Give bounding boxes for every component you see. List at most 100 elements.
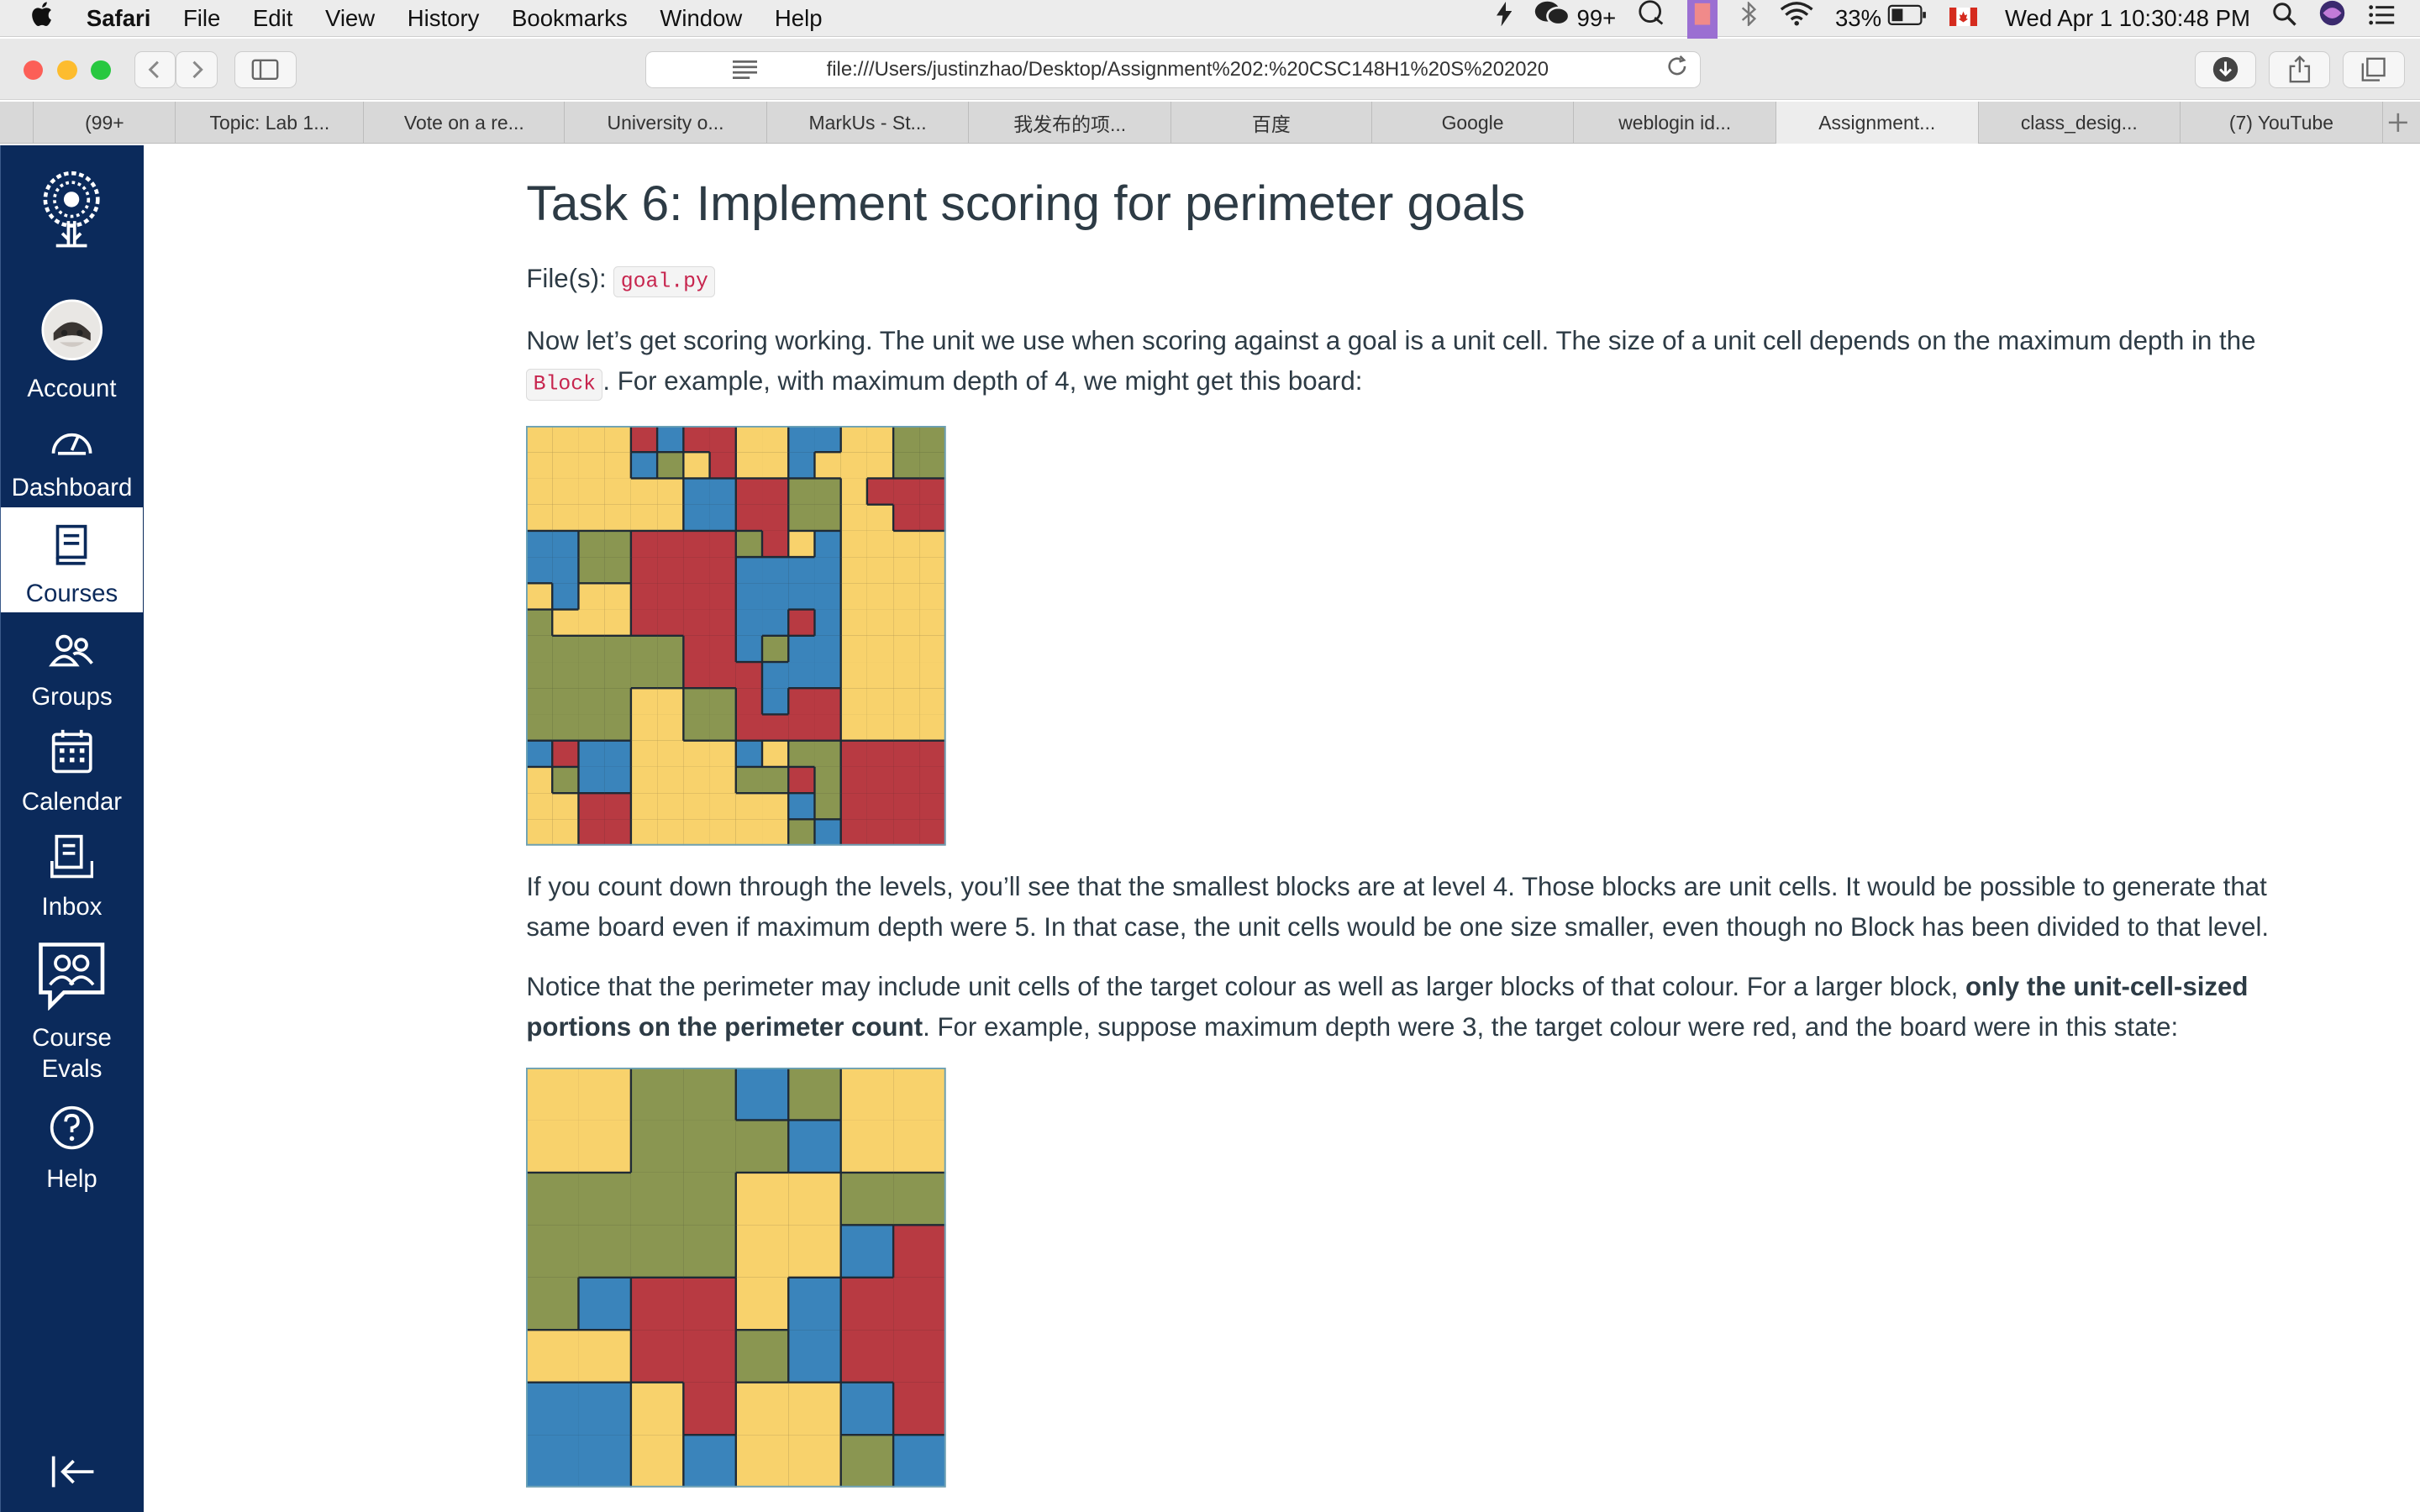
clock-datetime[interactable]: Wed Apr 1 10:30:48 PM — [2005, 0, 2250, 37]
tab-3[interactable]: Vote on a re... — [364, 102, 566, 144]
menu-bookmarks[interactable]: Bookmarks — [512, 0, 628, 37]
bluetooth-icon[interactable] — [1739, 0, 1758, 37]
board-cell — [736, 1277, 789, 1331]
nav-dashboard[interactable]: Dashboard — [1, 423, 143, 503]
board-cell — [919, 687, 946, 715]
board-cell — [736, 556, 763, 584]
board-cell — [631, 792, 658, 820]
board-cell — [709, 635, 737, 662]
university-logo[interactable] — [1, 145, 143, 278]
menu-edit[interactable]: Edit — [253, 0, 292, 37]
menu-view[interactable]: View — [325, 0, 375, 37]
tab-1[interactable]: (99+ — [34, 102, 176, 144]
minimize-window-button[interactable] — [56, 60, 77, 81]
tab-6[interactable]: 我发布的项... — [969, 102, 1171, 144]
close-window-button[interactable] — [23, 60, 44, 81]
board-cell — [578, 714, 605, 741]
nav-course-evals[interactable]: Course Evals — [1, 940, 143, 1085]
board-cell — [526, 504, 553, 531]
board-cell — [814, 766, 841, 793]
tab-2[interactable]: Topic: Lab 1... — [176, 102, 365, 144]
tab-8[interactable]: Google — [1372, 102, 1575, 144]
board-cell — [893, 687, 920, 715]
board-cell — [657, 556, 684, 584]
nav-inbox[interactable]: Inbox — [1, 833, 143, 923]
bookmark-app-icon[interactable] — [1686, 0, 1718, 39]
board-cell — [657, 478, 684, 505]
board-image-depth-3 — [526, 1067, 946, 1488]
board-cell — [578, 1120, 632, 1173]
spotlight-search-icon[interactable] — [2272, 0, 2296, 37]
nav-help-label: Help — [46, 1164, 97, 1193]
tab-12[interactable]: (7) YouTube — [2181, 102, 2383, 144]
nav-account[interactable]: Account — [1, 299, 143, 405]
board-cell — [526, 740, 553, 767]
nav-courses[interactable]: Courses — [1, 507, 143, 613]
menu-history[interactable]: History — [408, 0, 480, 37]
board-cell — [919, 556, 946, 584]
tab-5[interactable]: MarkUs - St... — [767, 102, 970, 144]
sidebar-icon — [252, 59, 279, 80]
tab-11[interactable]: class_desig... — [1979, 102, 2181, 144]
reload-icon[interactable] — [1666, 55, 1688, 83]
nav-calendar[interactable]: Calendar — [1, 728, 143, 818]
wechat-icon[interactable] — [1534, 0, 1570, 38]
sidebar-toggle-button[interactable] — [234, 50, 297, 88]
reader-icon[interactable] — [732, 60, 757, 79]
lightning-icon[interactable] — [1497, 0, 1512, 37]
zoom-window-button[interactable] — [91, 60, 112, 81]
tab-9[interactable]: weblogin id... — [1574, 102, 1776, 144]
board-cell — [709, 819, 737, 846]
chat-icon[interactable] — [1638, 0, 1665, 38]
board-cell — [631, 1172, 684, 1226]
board-cell — [840, 740, 868, 767]
board-cell — [788, 609, 815, 636]
paragraph-3-text-b: . For example, suppose maximum depth wer… — [923, 1012, 2179, 1042]
menu-file[interactable]: File — [183, 0, 220, 37]
menu-app-safari[interactable]: Safari — [87, 0, 151, 37]
nav-groups-label: Groups — [31, 683, 113, 711]
notification-center-icon[interactable] — [2368, 0, 2396, 37]
tab-overview-button[interactable] — [2343, 50, 2405, 88]
flag-canada-icon[interactable] — [1949, 0, 1977, 37]
board-cell — [893, 635, 920, 662]
nav-groups[interactable]: Groups — [1, 633, 143, 713]
board-cell — [788, 714, 815, 741]
board-cell — [867, 792, 894, 820]
board-cell — [657, 504, 684, 531]
apple-menu-icon[interactable] — [31, 0, 65, 37]
tab-pinned-1[interactable] — [0, 102, 34, 144]
tab-4[interactable]: University o... — [565, 102, 767, 144]
share-button[interactable] — [2268, 50, 2331, 88]
board-cell — [552, 714, 579, 741]
board-image-depth-4 — [526, 425, 946, 846]
address-bar[interactable]: file:///Users/justinzhao/Desktop/Assignm… — [644, 50, 1702, 88]
board-cell — [840, 635, 868, 662]
board-cell — [552, 792, 579, 820]
tab-7[interactable]: 百度 — [1171, 102, 1372, 144]
siri-icon[interactable] — [2318, 0, 2346, 38]
back-button[interactable] — [134, 50, 176, 88]
board-cell — [631, 504, 658, 531]
url-text[interactable]: file:///Users/justinzhao/Desktop/Assignm… — [827, 58, 1598, 81]
board-cell — [709, 766, 737, 793]
menu-help[interactable]: Help — [775, 0, 823, 37]
wifi-icon[interactable] — [1780, 0, 1813, 37]
board-cell — [578, 819, 605, 846]
collapse-nav-button[interactable] — [50, 1453, 97, 1490]
battery-icon[interactable] — [1887, 0, 1928, 37]
forward-button[interactable] — [176, 50, 218, 88]
board-cell — [709, 714, 737, 741]
board-cell — [552, 819, 579, 846]
board-cell — [867, 425, 894, 452]
board-cell — [683, 1382, 737, 1435]
nav-help[interactable]: Help — [1, 1105, 143, 1194]
downloads-button[interactable] — [2194, 50, 2257, 88]
tab-10-active[interactable]: Assignment... — [1776, 102, 1979, 144]
board-cell — [788, 766, 815, 793]
new-tab-button[interactable] — [2383, 102, 2414, 144]
board-cell — [683, 687, 710, 715]
board-cell — [526, 687, 553, 715]
board-cell — [526, 1067, 579, 1121]
menu-window[interactable]: Window — [660, 0, 742, 37]
